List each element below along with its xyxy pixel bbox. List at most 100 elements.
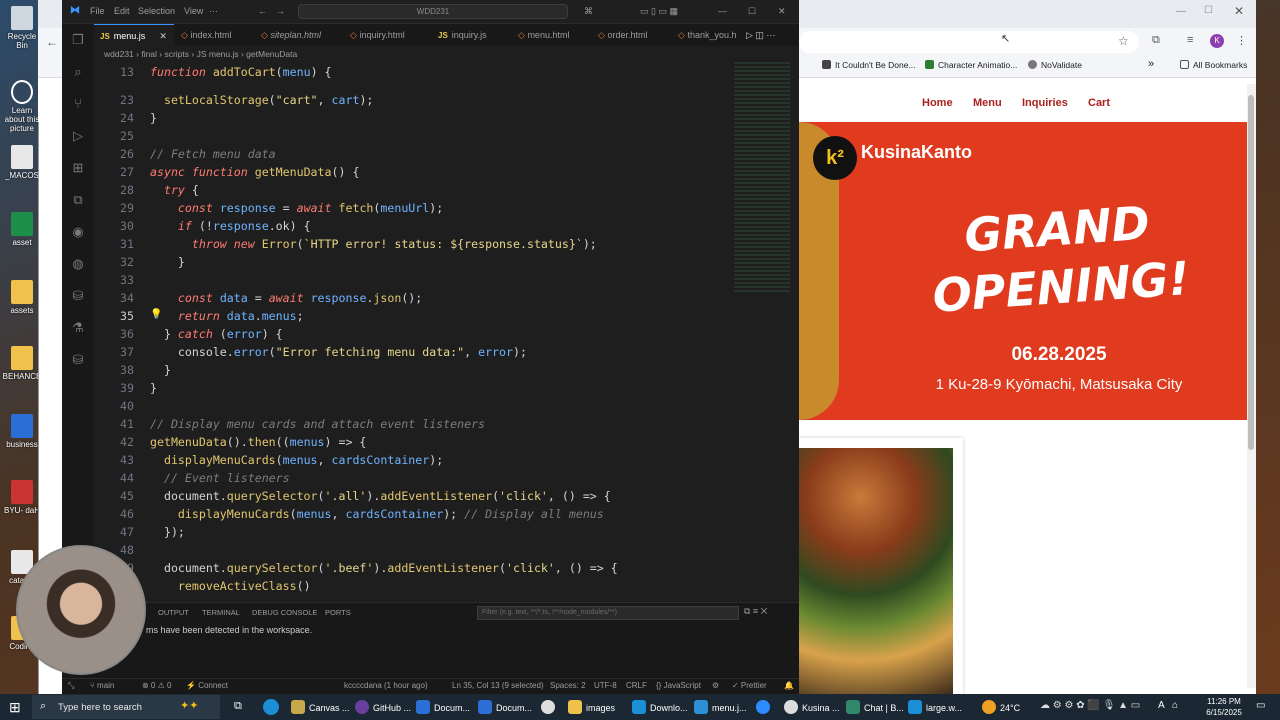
code-line[interactable]: removeActiveClass() [150, 579, 311, 593]
media-control-icon[interactable]: ≡ [1187, 34, 1193, 46]
network-icon[interactable]: ⌂ [1172, 700, 1178, 711]
desktop-icon-behance[interactable]: BEHANCE [2, 346, 42, 381]
status-encoding[interactable]: UTF-8 [594, 681, 617, 690]
desktop-icon-assets[interactable]: assets [2, 280, 42, 315]
nav-back-icon[interactable]: ← [258, 6, 267, 16]
source-control-icon[interactable]: ⑂ [70, 96, 86, 112]
desktop-icon-learn-picture[interactable]: Learn about this picture [2, 80, 42, 133]
code-line[interactable]: displayMenuCards(menus, cardsContainer);… [150, 507, 604, 521]
lightbulb-icon[interactable]: 💡 [150, 309, 162, 320]
taskbar-app-large[interactable]: large.w... [908, 700, 962, 714]
testing-icon[interactable]: ⚗ [70, 320, 86, 336]
browser-menu-icon[interactable]: ⋮ [1236, 34, 1247, 47]
taskbar-app-kusina[interactable]: Kusina ... [784, 700, 840, 714]
desktop-icon-recycle-bin[interactable]: Recycle Bin [2, 6, 42, 50]
menu-edit[interactable]: Edit [114, 6, 130, 16]
desktop-icon-asset[interactable]: asset [2, 212, 42, 247]
taskbar-app-chat[interactable]: Chat | B... [846, 700, 904, 714]
code-line[interactable]: document.querySelector('.all').addEventL… [150, 489, 611, 503]
tab-thank-you[interactable]: ◇ thank_you.h [672, 24, 736, 46]
explorer-icon[interactable]: ❐ [70, 32, 86, 48]
notifications-bell-icon[interactable]: 🔔 [784, 681, 794, 690]
taskbar-chrome-icon[interactable] [541, 700, 559, 714]
code-line[interactable]: // Display menu cards and attach event l… [150, 417, 485, 431]
weather-widget[interactable]: 24°C [982, 700, 1020, 714]
code-line[interactable]: function addToCart(menu) { [150, 65, 332, 79]
menu-selection[interactable]: Selection [138, 6, 175, 16]
code-line[interactable]: try { [150, 183, 199, 197]
status-settings-icon[interactable]: ⚙ [712, 681, 719, 690]
code-line[interactable]: console.error("Error fetching menu data:… [150, 345, 527, 359]
tab-menu-js[interactable]: JS menu.js ✕ [94, 24, 174, 46]
code-line[interactable]: }); [150, 525, 185, 539]
taskbar-zoom-icon[interactable] [756, 700, 774, 714]
layout-icons[interactable]: ▭ ▯ ▭ ▦ [640, 6, 678, 17]
maximize-icon[interactable]: ☐ [1204, 5, 1213, 16]
bookmark-star-icon[interactable]: ☆ [1118, 34, 1129, 48]
remote-indicator-icon[interactable]: ⤡ [68, 681, 74, 691]
status-eol[interactable]: CRLF [626, 681, 647, 690]
bookmark-item-2[interactable]: Character Animatio... [925, 60, 1017, 70]
tab-order-html[interactable]: ◇ order.html [592, 24, 647, 46]
code-line[interactable]: displayMenuCards(menus, cardsContainer); [150, 453, 443, 467]
clock[interactable]: 11:26 PM 6/15/2025 [1200, 696, 1248, 718]
code-line[interactable]: } [150, 381, 157, 395]
taskbar-app-vscode[interactable]: menu.j... [694, 700, 747, 714]
panel-actions-icons[interactable]: ⧉ ≡ ✕ [744, 606, 768, 617]
taskbar-app-document-1[interactable]: Docum... [416, 700, 470, 714]
chat-icon[interactable]: ◍ [70, 256, 86, 272]
nav-cart[interactable]: Cart [1088, 97, 1110, 109]
taskbar-app-document-2[interactable]: Docum... [478, 700, 532, 714]
language-icon[interactable]: A [1158, 700, 1165, 711]
code-line[interactable]: const data = await response.json(); [150, 291, 422, 305]
desktop-icon-business[interactable]: business [2, 414, 42, 449]
all-bookmarks-button[interactable]: All Bookmarks [1180, 60, 1247, 70]
panel-tab-ports[interactable]: PORTS [325, 608, 351, 617]
close-tab-icon[interactable]: ✕ [159, 31, 167, 41]
tab-inquiry-js[interactable]: JS inquiry.js [432, 24, 487, 46]
panel-tab-terminal[interactable]: TERMINAL [202, 608, 240, 617]
vscode-close-icon[interactable]: ✕ [778, 6, 786, 17]
notification-center-icon[interactable]: ▭ [1256, 700, 1265, 711]
code-line[interactable]: // Event listeners [150, 471, 290, 485]
remote-explorer-icon[interactable]: ⧉ [70, 192, 86, 208]
status-language[interactable]: {} JavaScript [656, 681, 701, 690]
run-split-more-icons[interactable]: ▷ ◫ ··· [740, 24, 775, 46]
breadcrumb[interactable]: wdd231 › final › scripts › JS menu.js › … [94, 46, 799, 62]
panel-tab-output[interactable]: OUTPUT [158, 608, 189, 617]
taskbar-app-github[interactable]: GitHub ... [355, 700, 411, 714]
code-line[interactable]: const response = await fetch(menuUrl); [150, 201, 443, 215]
menu-view[interactable]: View [184, 6, 203, 16]
minimize-icon[interactable]: — [1176, 6, 1186, 17]
status-cursor-position[interactable]: Ln 35, Col 13 (9 selected) [452, 681, 544, 690]
vscode-maximize-icon[interactable]: ☐ [748, 6, 756, 17]
code-line[interactable]: setLocalStorage("cart", cart); [150, 93, 373, 107]
nav-forward-icon[interactable]: → [276, 6, 285, 16]
nav-menu[interactable]: Menu [973, 97, 1002, 109]
status-indentation[interactable]: Spaces: 2 [550, 681, 586, 690]
bookmark-item-1[interactable]: It Couldn't Be Done... [822, 60, 916, 70]
code-line[interactable]: getMenuData().then((menus) => { [150, 435, 366, 449]
task-view-icon[interactable]: ⧉ [234, 700, 242, 713]
tab-index-html[interactable]: ◇ index.html [175, 24, 231, 46]
copilot-icon[interactable]: ⌘ [584, 6, 593, 17]
nav-home[interactable]: Home [922, 97, 953, 109]
search-icon[interactable]: ⌕ [70, 64, 86, 80]
code-line[interactable]: document.querySelector('.beef').addEvent… [150, 561, 618, 575]
code-line[interactable]: async function getMenuData() { [150, 165, 359, 179]
desktop-icon-byu[interactable]: BYU- daH [2, 480, 42, 515]
menu-file[interactable]: File [90, 6, 105, 16]
back-arrow-icon[interactable]: ← [46, 35, 58, 49]
run-debug-icon[interactable]: ▷ [70, 128, 86, 144]
code-editor[interactable]: 13 function addToCart(menu) {23 setLocalS… [94, 62, 734, 602]
status-problems[interactable]: ⊗ 0 ⚠ 0 [142, 681, 171, 690]
desktop-icon-macos[interactable]: _MACOS [2, 145, 42, 180]
code-line[interactable]: } [150, 255, 185, 269]
vscode-minimize-icon[interactable]: — [718, 6, 727, 16]
code-line[interactable]: throw new Error(`HTTP error! status: ${r… [150, 237, 597, 251]
close-icon[interactable]: ✕ [1234, 4, 1244, 18]
nav-inquiries[interactable]: Inquiries [1022, 97, 1068, 109]
extensions-icon[interactable]: ⧉ [1152, 34, 1160, 47]
code-line[interactable]: } [150, 363, 171, 377]
code-line[interactable]: // Fetch menu data [150, 147, 276, 161]
